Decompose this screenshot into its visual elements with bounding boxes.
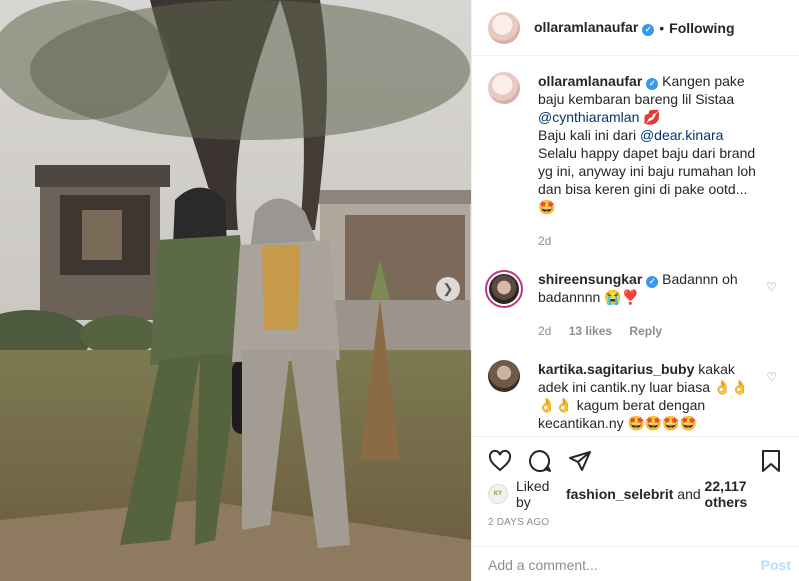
heart-icon[interactable]: ♡ xyxy=(766,280,777,294)
caption-line3: Selalu happy dapet baju dari brand yg in… xyxy=(538,145,756,197)
comment-icon[interactable] xyxy=(528,449,552,473)
post-comment-button[interactable]: Post xyxy=(761,557,791,573)
following-button[interactable]: Following xyxy=(669,20,734,36)
next-photo-button[interactable]: ❯ xyxy=(436,277,460,301)
liker-username[interactable]: fashion_selebrit xyxy=(566,486,673,502)
bookmark-icon[interactable] xyxy=(759,449,783,473)
star-eyes-emoji: 🤩 xyxy=(538,199,556,215)
likes-prefix: Liked by xyxy=(516,478,550,510)
comment-username[interactable]: kartika.sagitarius_buby xyxy=(538,361,694,377)
caption-avatar[interactable] xyxy=(488,72,520,104)
mention-link[interactable]: @dear.kinara xyxy=(640,127,723,143)
commenter-avatar[interactable] xyxy=(485,270,523,308)
post-image xyxy=(0,0,471,581)
separator-dot: • xyxy=(659,19,665,36)
heart-icon[interactable] xyxy=(488,449,512,473)
post-panel: ollaramlanaufar ✓ • Following ollaramlana… xyxy=(471,0,799,581)
post-photo[interactable]: ❯ xyxy=(0,0,471,581)
kiss-emoji: 💋 xyxy=(643,109,661,125)
owner-username[interactable]: ollaramlanaufar ✓ xyxy=(534,19,655,36)
caption-line2: Baju kali ini dari xyxy=(538,127,637,143)
caption-meta: 2d xyxy=(538,232,759,250)
comments-list[interactable]: ollaramlanaufar ✓ Kangen pake baju kembar… xyxy=(472,56,799,436)
comment-time: 2d xyxy=(538,324,552,338)
verified-check-icon: ✓ xyxy=(642,24,655,36)
comment-item: shireensungkar ✓ Badannn oh badannnn 😭❣️ … xyxy=(485,270,783,340)
heart-icon[interactable]: ♡ xyxy=(766,370,777,384)
likes-count[interactable]: 22,117 others xyxy=(705,478,783,510)
post-header: ollaramlanaufar ✓ • Following xyxy=(472,0,799,56)
mention-link[interactable]: @cynthiaramlan xyxy=(538,109,639,125)
commenter-avatar[interactable] xyxy=(488,360,520,392)
caption: ollaramlanaufar ✓ Kangen pake baju kembar… xyxy=(488,72,783,250)
comment-input[interactable] xyxy=(488,556,761,573)
caption-time: 2d xyxy=(538,234,552,248)
liker-avatar[interactable]: KY xyxy=(488,484,508,504)
reply-button[interactable]: Reply xyxy=(629,324,662,338)
verified-check-icon: ✓ xyxy=(646,78,659,90)
verified-check-icon: ✓ xyxy=(646,276,659,288)
comment-emoji: 😭❣️ xyxy=(604,289,640,305)
chevron-right-icon: ❯ xyxy=(442,281,454,296)
comment-meta: 2d 13 likes Reply xyxy=(538,322,759,340)
likes-middle: and xyxy=(677,486,701,502)
comment-username[interactable]: shireensungkar ✓ xyxy=(538,271,659,288)
comment-item: kartika.sagitarius_buby kakak adek ini c… xyxy=(488,360,783,432)
caption-username[interactable]: ollaramlanaufar ✓ xyxy=(538,73,659,90)
post-actions: KY Liked by fashion_selebrit and 22,117 … xyxy=(472,436,799,528)
add-comment-bar: Post xyxy=(472,546,799,581)
owner-avatar[interactable] xyxy=(488,11,520,44)
comment-likes[interactable]: 13 likes xyxy=(569,324,612,338)
paper-plane-icon[interactable] xyxy=(568,449,592,473)
likes-summary: KY Liked by fashion_selebrit and 22,117 … xyxy=(488,478,783,510)
comment-emoji-2: 🤩🤩🤩🤩 xyxy=(627,415,698,431)
post-date[interactable]: 2 DAYS AGO xyxy=(488,517,783,528)
